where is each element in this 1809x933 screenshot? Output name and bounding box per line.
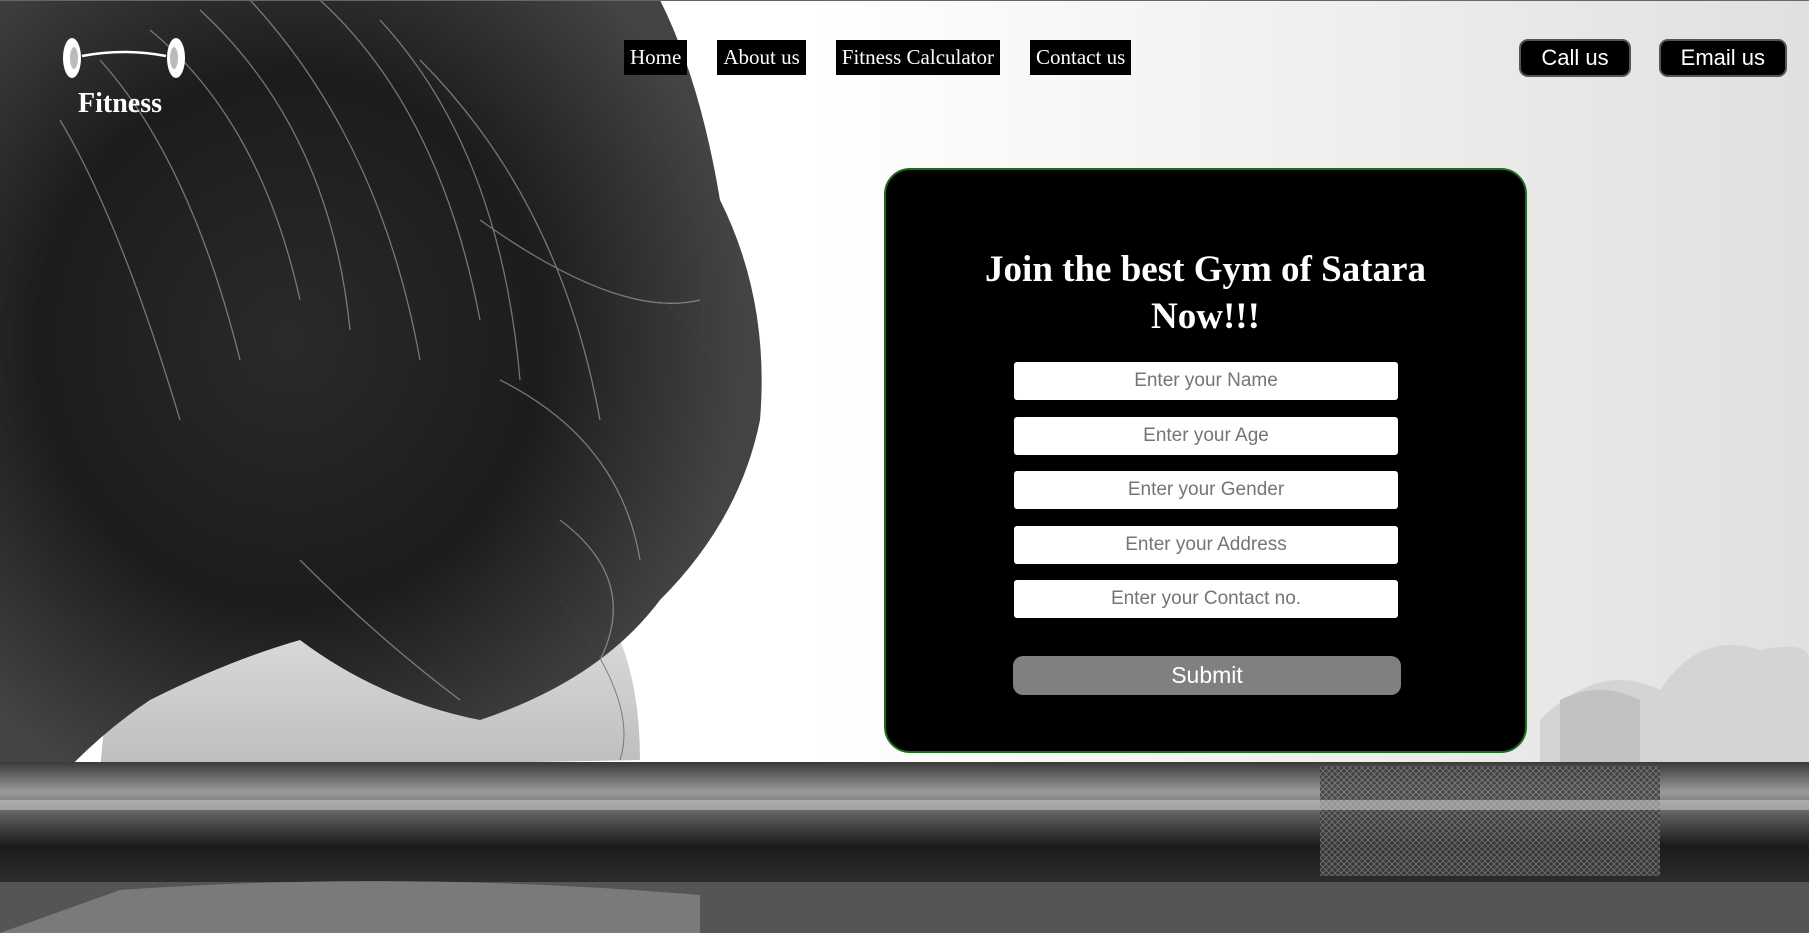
nav-item-fitness-calculator[interactable]: Fitness Calculator — [835, 40, 1000, 75]
submit-button[interactable]: Submit — [1013, 656, 1401, 695]
name-input[interactable] — [1014, 362, 1398, 400]
signup-form — [1014, 362, 1399, 635]
signup-title: Join the best Gym of Satara Now!!! — [985, 249, 1426, 337]
brand-logo[interactable]: Fitness — [60, 34, 190, 124]
nav-item-home[interactable]: Home — [624, 40, 688, 75]
contact-actions: Call us Email us — [1519, 39, 1787, 77]
nav-item-contact-us[interactable]: Contact us — [1030, 40, 1132, 75]
contact-number-input[interactable] — [1014, 580, 1398, 618]
address-input[interactable] — [1014, 525, 1398, 564]
page: Fitness Home About us Fitness Calculator… — [0, 0, 1809, 933]
email-us-button[interactable]: Email us — [1658, 39, 1787, 77]
nav-item-about-us[interactable]: About us — [717, 40, 806, 75]
brand-name: Fitness — [78, 88, 162, 119]
signup-card: Join the best Gym of Satara Now!!! Submi… — [884, 168, 1527, 753]
age-input[interactable] — [1014, 416, 1398, 455]
dumbbell-icon — [63, 38, 185, 78]
gender-input[interactable] — [1014, 471, 1398, 509]
call-us-button[interactable]: Call us — [1519, 39, 1631, 77]
main-nav: Home About us Fitness Calculator Contact… — [624, 40, 1132, 75]
